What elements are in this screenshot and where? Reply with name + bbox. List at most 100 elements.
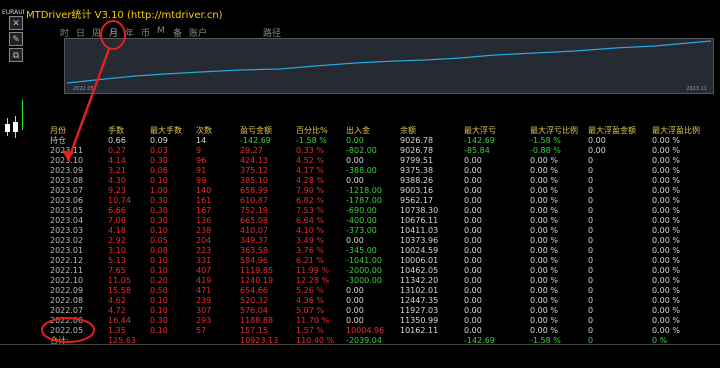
cell-max-drawdown: 0.00	[464, 326, 482, 335]
cell-max-lots: 0.03	[150, 146, 168, 155]
cell-deposit: -802.00	[346, 146, 377, 155]
cell-month: 2023.01	[50, 246, 84, 255]
table-row: 持仓 0.66 0.09 14 -142.69 -1.58 % 0.00 9026.78 -14…	[24, 136, 720, 146]
cell-deposit: -690.00	[346, 206, 377, 215]
cell-deposit: -3000.00	[346, 276, 382, 285]
cell-max-floating-profit: 0	[588, 176, 594, 185]
cell-month: 2022.09	[50, 286, 84, 295]
table-row: 2023.06 10.74 0.30 161 610.87 6.82 % -1787.00 9…	[24, 196, 720, 206]
header-max-lots: 最大手数	[150, 126, 182, 135]
cell-profit: 363.58	[240, 246, 268, 255]
cell-max-floating-profit: 0	[588, 216, 594, 225]
cell-max-lots: 0.30	[150, 316, 168, 325]
cell-max-drawdown-ratio: 0.00 %	[530, 266, 558, 275]
cell-deposit: 0.00	[346, 236, 364, 245]
cell-max-drawdown: 0.00	[464, 306, 482, 315]
cell-balance: 10738.30	[400, 206, 439, 215]
cell-max-drawdown: 0.00	[464, 256, 482, 265]
cell-balance: 10462.05	[400, 266, 439, 275]
cell-max-drawdown-ratio: 0.00 %	[530, 286, 558, 295]
cell-balance: 9562.17	[400, 196, 434, 205]
cell-max-drawdown-ratio: 0.00 %	[530, 216, 558, 225]
cell-deposit: 0.00	[346, 156, 364, 165]
cell-deposit: 0.00	[346, 306, 364, 315]
cell-max-drawdown-ratio: 0.00 %	[530, 246, 558, 255]
cell-max-drawdown: 0.00	[464, 246, 482, 255]
cell-trades: 223	[196, 246, 212, 255]
cell-max-drawdown-ratio: 0.00 %	[530, 306, 558, 315]
cell-lots: 0.27	[108, 146, 126, 155]
cell-lots: 2.92	[108, 236, 126, 245]
table-row: 2022.09 15.58 0.50 471 654.66 5.26 % 0.00 13102…	[24, 286, 720, 296]
table-row: 2023.10 4.14 0.30 96 424.13 4.52 % 0.00 9799.51…	[24, 156, 720, 166]
cell-month: 2023.05	[50, 206, 84, 215]
cell-max-lots: 0.10	[150, 266, 168, 275]
cell-max-drawdown-ratio: 0.00 %	[530, 176, 558, 185]
cell-percent: 6.21 %	[296, 256, 324, 265]
cell-max-drawdown: -85.84	[464, 146, 490, 155]
cell-profit: 1119.85	[240, 266, 274, 275]
cell-profit: 576.04	[240, 306, 268, 315]
cell-max-drawdown-ratio: 0.00 %	[530, 156, 558, 165]
cell-max-floating-profit-ratio: 0.00 %	[652, 286, 680, 295]
cell-trades: 161	[196, 196, 212, 205]
cell-deposit: -400.00	[346, 216, 377, 225]
cell-max-floating-profit: 0	[588, 246, 594, 255]
cell-max-drawdown-ratio: 0.00 %	[530, 166, 558, 175]
cell-trades: 239	[196, 296, 212, 305]
cell-max-floating-profit-ratio: 0.00 %	[652, 266, 680, 275]
cell-trades: 331	[196, 256, 212, 265]
header-max-floating-profit: 最大浮盈金额	[588, 126, 636, 135]
cell-max-floating-profit: 0	[588, 316, 594, 325]
cell-max-floating-profit-ratio: 0.00 %	[652, 166, 680, 175]
cell-profit: 410.07	[240, 226, 268, 235]
table-row: 2023.04 7.08 0.30 136 665.08 6.64 % -400.00 106…	[24, 216, 720, 226]
cell-deposit: -1218.00	[346, 186, 382, 195]
cell-max-lots: 0.10	[150, 226, 168, 235]
cell-percent: 12.28 %	[296, 276, 330, 285]
candle-body	[5, 124, 10, 132]
cell-balance: 9375.38	[400, 166, 434, 175]
edit-icon[interactable]: ✎	[9, 32, 23, 46]
table-row: 2023.08 4.30 0.10 99 385.10 4.28 % 0.00 9388.26…	[24, 176, 720, 186]
cell-max-drawdown: 0.00	[464, 156, 482, 165]
cell-percent: 5.07 %	[296, 306, 324, 315]
cell-max-floating-profit-ratio: 0.00 %	[652, 196, 680, 205]
cell-profit: 385.10	[240, 176, 268, 185]
cell-lots: 9.23	[108, 186, 126, 195]
cell-max-lots: 0.30	[150, 216, 168, 225]
chart-start-label: 2022.05	[73, 86, 94, 92]
cell-profit: 1188.88	[240, 316, 274, 325]
tab-magic[interactable]: M	[157, 26, 165, 36]
cell-max-drawdown: 0.00	[464, 296, 482, 305]
cell-balance: 10162.11	[400, 326, 439, 335]
cell-month: 2023.11	[50, 146, 84, 155]
cell-max-floating-profit-ratio: 0.00 %	[652, 236, 680, 245]
cell-max-drawdown: 0.00	[464, 176, 482, 185]
table-row: 2022.11 7.65 0.10 407 1119.85 11.99 % -2000.00…	[24, 266, 720, 276]
cell-max-floating-profit: 0	[588, 266, 594, 275]
cell-max-drawdown: 0.00	[464, 206, 482, 215]
cell-lots: 4.14	[108, 156, 126, 165]
close-icon[interactable]: ✕	[9, 16, 23, 30]
cell-balance: 11350.99	[400, 316, 439, 325]
cell-profit: 157.15	[240, 326, 268, 335]
cell-max-drawdown-ratio: 0.00 %	[530, 196, 558, 205]
cell-month: 2023.03	[50, 226, 84, 235]
cell-trades: 407	[196, 266, 212, 275]
cell-max-lots: 0.20	[150, 276, 168, 285]
cell-profit: 752.19	[240, 206, 268, 215]
cell-balance: 12447.35	[400, 296, 439, 305]
cell-trades: 471	[196, 286, 212, 295]
cell-trades: 167	[196, 206, 212, 215]
cell-trades: 419	[196, 276, 212, 285]
chart-end-label: 2023.11	[686, 86, 707, 92]
cell-max-floating-profit-ratio: 0.00 %	[652, 156, 680, 165]
cell-max-floating-profit-ratio: 0.00 %	[652, 256, 680, 265]
cell-profit: 658.99	[240, 186, 268, 195]
cell-max-drawdown-ratio: 0.00 %	[530, 256, 558, 265]
cell-lots: 7.65	[108, 266, 126, 275]
cell-profit: 349.37	[240, 236, 268, 245]
cell-max-floating-profit: 0	[588, 166, 594, 175]
copy-icon[interactable]: ⧉	[9, 48, 23, 62]
